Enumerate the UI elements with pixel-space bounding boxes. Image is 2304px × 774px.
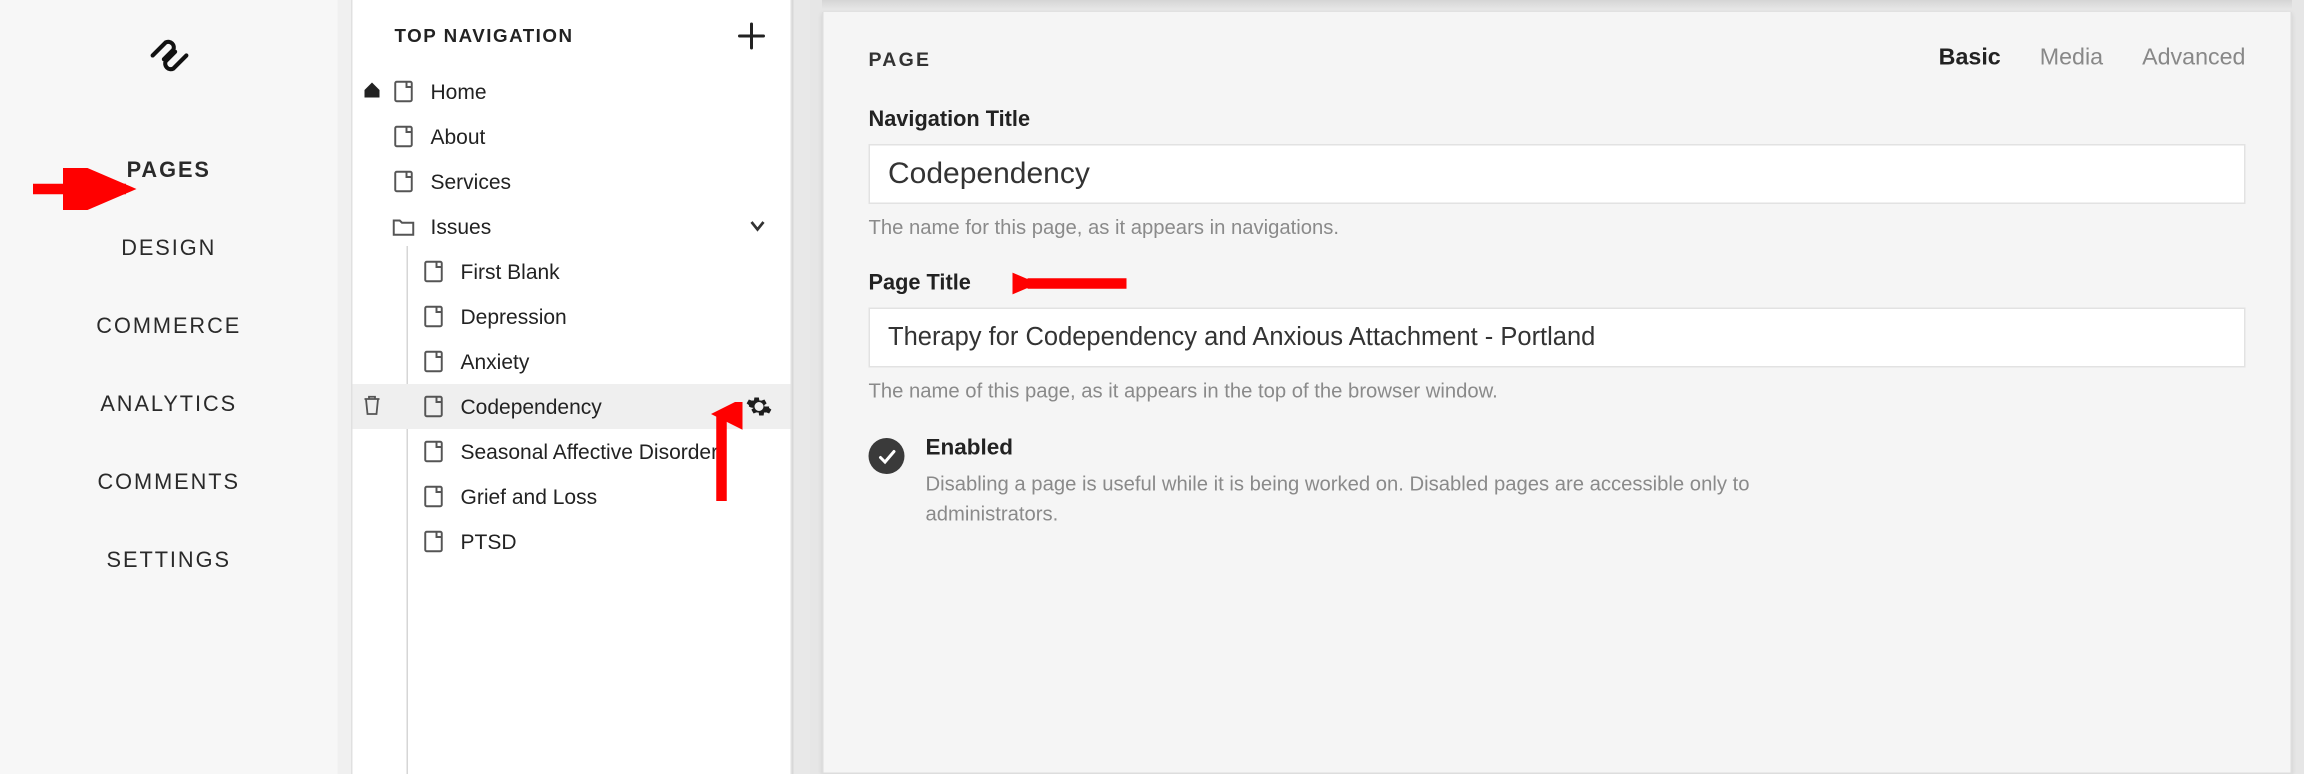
page-title-input[interactable]: [869, 308, 2246, 368]
sidebar-item-analytics[interactable]: ANALYTICS: [0, 366, 338, 444]
main-sidebar: PAGES DESIGN COMMERCE ANALYTICS COMMENTS…: [0, 0, 338, 774]
check-icon: [877, 446, 897, 466]
page-title-label: Page Title: [869, 272, 2246, 296]
pages-header-title: TOP NAVIGATION: [395, 26, 574, 47]
page-title-field: Page Title The name of this page, as it …: [869, 272, 2246, 403]
page-label: About: [431, 125, 486, 149]
page-label: Codependency: [461, 395, 602, 419]
page-settings-panel: PAGE Basic Media Advanced Navigation Tit…: [822, 12, 2292, 774]
page-label: Seasonal Affective Disorder: [461, 440, 719, 464]
page-row-home[interactable]: Home: [353, 69, 791, 114]
gear-icon: [746, 393, 773, 420]
logo-icon: [146, 33, 191, 78]
plus-icon: [737, 21, 767, 51]
enabled-help: Disabling a page is useful while it is b…: [926, 470, 1796, 531]
sidebar-item-commerce[interactable]: COMMERCE: [0, 288, 338, 366]
tab-basic[interactable]: Basic: [1939, 45, 2001, 72]
enabled-toggle[interactable]: [869, 438, 905, 474]
page-row-codependency[interactable]: Codependency: [353, 384, 791, 429]
page-tree: Home About Services Issues: [353, 69, 791, 564]
sidebar-item-design[interactable]: DESIGN: [0, 210, 338, 288]
page-row-issues[interactable]: Issues: [353, 204, 791, 249]
sidebar-item-pages[interactable]: PAGES: [0, 132, 338, 210]
page-label: First Blank: [461, 260, 560, 284]
navigation-title-input[interactable]: [869, 144, 2246, 204]
tab-advanced[interactable]: Advanced: [2142, 45, 2245, 72]
page-icon: [392, 170, 416, 194]
enabled-label: Enabled: [926, 435, 1796, 461]
page-icon: [422, 350, 446, 374]
navigation-title-field: Navigation Title The name for this page,…: [869, 108, 2246, 239]
page-row-grief[interactable]: Grief and Loss: [353, 474, 791, 519]
add-page-button[interactable]: [737, 21, 767, 51]
settings-tabs: Basic Media Advanced: [1939, 45, 2246, 72]
page-label: Home: [431, 80, 487, 104]
home-indicator-icon: [362, 80, 383, 101]
page-row-ptsd[interactable]: PTSD: [353, 519, 791, 564]
pages-panel: TOP NAVIGATION Home: [351, 0, 792, 774]
preview-sliver: [792, 0, 810, 774]
page-settings-overlay: PAGE Basic Media Advanced Navigation Tit…: [810, 0, 2304, 774]
settings-panel-title: PAGE: [869, 47, 932, 70]
page-icon: [422, 395, 446, 419]
page-icon: [422, 260, 446, 284]
page-icon: [422, 305, 446, 329]
page-label: Issues: [431, 215, 492, 239]
navigation-title-label: Navigation Title: [869, 108, 2246, 132]
page-label: Grief and Loss: [461, 485, 598, 509]
page-label: Services: [431, 170, 512, 194]
navigation-title-help: The name for this page, as it appears in…: [869, 216, 2246, 239]
page-icon: [392, 80, 416, 104]
page-icon: [422, 440, 446, 464]
page-icon: [392, 125, 416, 149]
sidebar-item-comments[interactable]: COMMENTS: [0, 444, 338, 522]
tab-media[interactable]: Media: [2040, 45, 2103, 72]
delete-page-button[interactable]: [362, 395, 383, 418]
page-icon: [422, 530, 446, 554]
page-settings-button[interactable]: [746, 393, 773, 420]
page-row-services[interactable]: Services: [353, 159, 791, 204]
page-label: Depression: [461, 305, 567, 329]
page-icon: [422, 485, 446, 509]
page-row-first-blank[interactable]: First Blank: [353, 249, 791, 294]
page-title-help: The name of this page, as it appears in …: [869, 380, 2246, 403]
page-label: PTSD: [461, 530, 517, 554]
enabled-field: Enabled Disabling a page is useful while…: [869, 435, 2246, 530]
page-row-sad[interactable]: Seasonal Affective Disorder: [353, 429, 791, 474]
pages-header: TOP NAVIGATION: [353, 0, 791, 69]
chevron-down-icon[interactable]: [749, 219, 767, 234]
page-row-depression[interactable]: Depression: [353, 294, 791, 339]
page-row-about[interactable]: About: [353, 114, 791, 159]
trash-icon: [362, 395, 383, 418]
sidebar-item-settings[interactable]: SETTINGS: [0, 522, 338, 600]
folder-icon: [392, 215, 416, 239]
squarespace-logo: [146, 33, 191, 78]
page-label: Anxiety: [461, 350, 530, 374]
page-row-anxiety[interactable]: Anxiety: [353, 339, 791, 384]
